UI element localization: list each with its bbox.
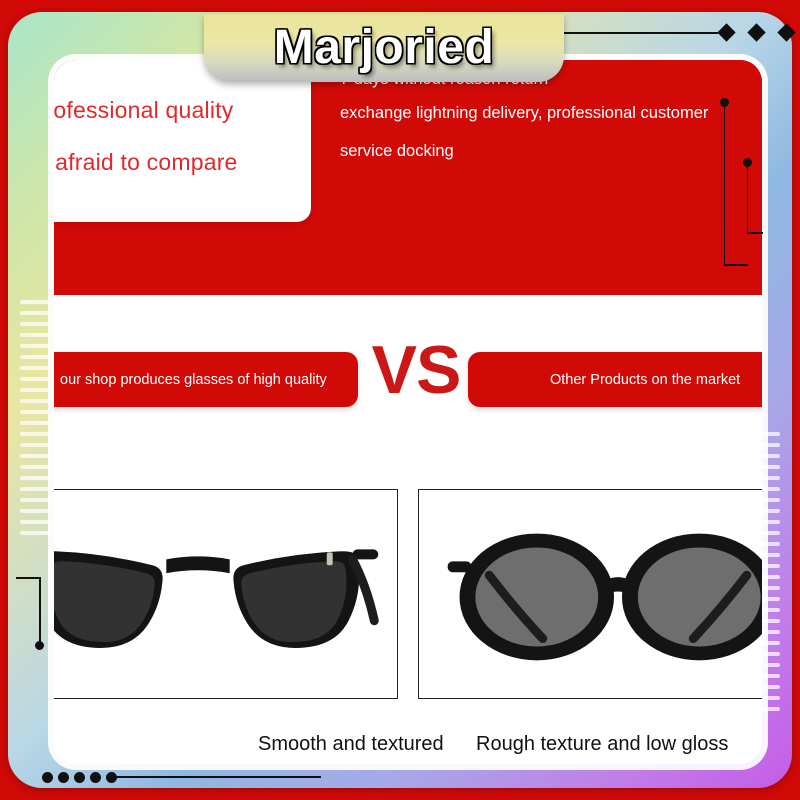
stripe-ornament-left — [20, 300, 50, 548]
service-line-1: 7 days without reason return — [340, 70, 549, 88]
caption-ours: Smooth and textured — [258, 733, 444, 755]
comparison-pill-ours: our shop produces glasses of high qualit… — [54, 352, 358, 407]
frame-gradient-band: Professional quality not afraid to compa… — [8, 12, 796, 788]
product-photo-ours — [54, 489, 398, 699]
square-sunglasses-icon — [54, 490, 397, 698]
slogan-line-2: not afraid to compare — [54, 149, 238, 175]
service-line-3: service docking — [340, 142, 454, 160]
banner-content: Professional quality not afraid to compa… — [54, 60, 762, 764]
content-window: Professional quality not afraid to compa… — [54, 60, 762, 764]
slogan-card: Professional quality not afraid to compa… — [54, 60, 311, 222]
decorative-frame: Professional quality not afraid to compa… — [0, 0, 800, 800]
stripe-ornament-right — [750, 432, 780, 732]
slogan-line-1: Professional quality — [54, 97, 234, 123]
product-banner-image: Professional quality not afraid to compa… — [0, 0, 800, 800]
comparison-pill-ours-label: our shop produces glasses of high qualit… — [60, 371, 327, 388]
caption-others: Rough texture and low gloss — [476, 733, 729, 755]
comparison-pill-others-label: Other Products on the market — [550, 371, 741, 388]
top-red-band — [54, 60, 762, 295]
service-card: 7 days without reason return exchange li… — [318, 60, 762, 230]
round-sunglasses-icon — [419, 490, 762, 698]
brand-title-plate: Marjoried — [204, 14, 564, 82]
service-line-2: exchange lightning delivery, professiona… — [340, 104, 709, 122]
vs-label: VS — [371, 332, 462, 408]
brand-name: Marjoried — [273, 21, 495, 74]
comparison-pill-others: Other Products on the market — [468, 352, 762, 407]
comparison-row: our shop produces glasses of high qualit… — [54, 336, 762, 414]
product-photo-others — [418, 489, 762, 699]
